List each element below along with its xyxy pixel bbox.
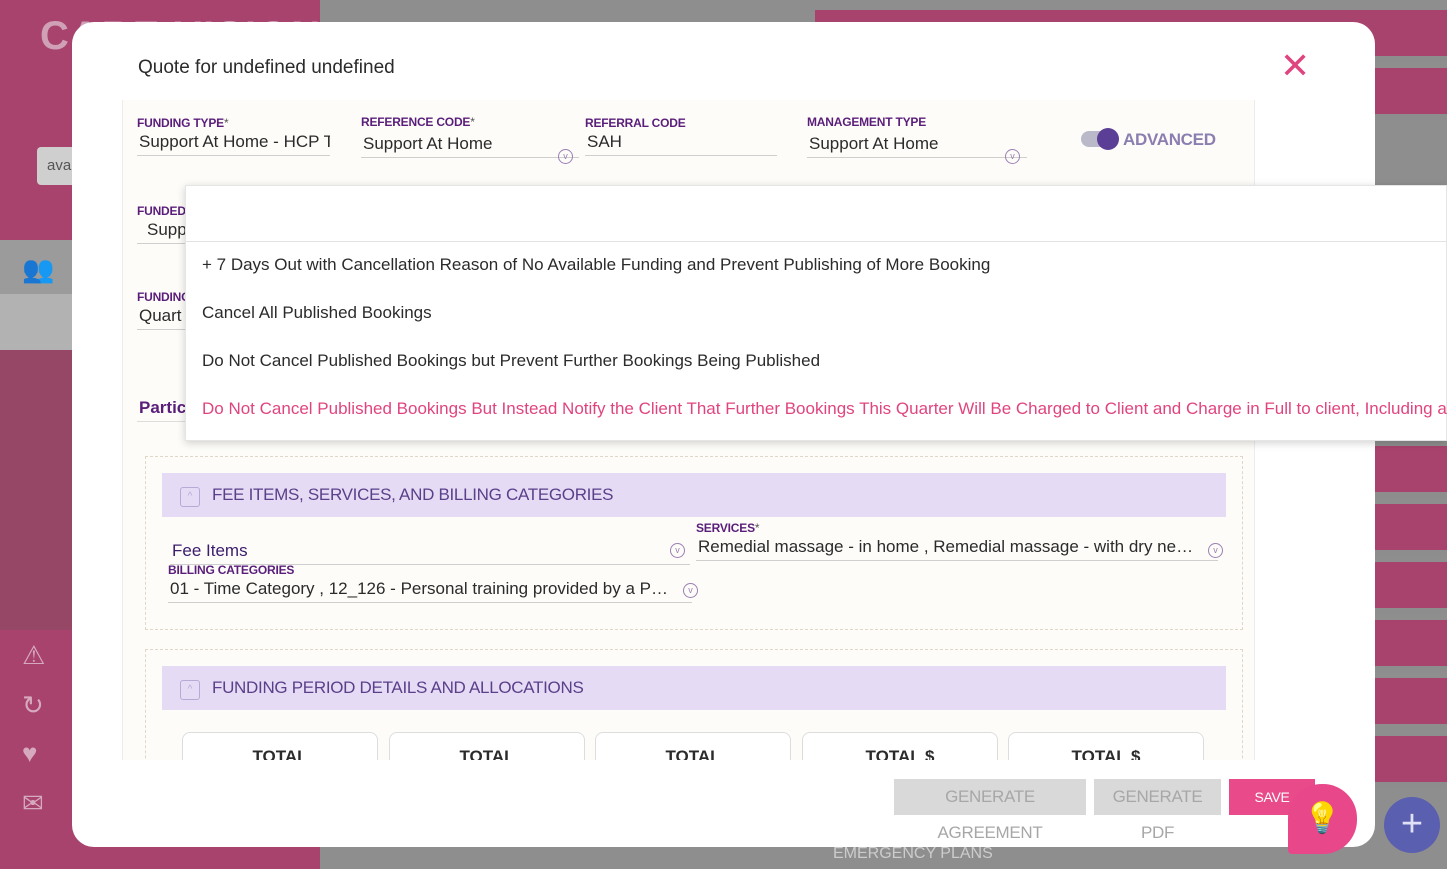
people-icon[interactable]: 👥: [22, 254, 54, 285]
funding-type-label: FUNDING TYPE: [137, 116, 224, 130]
generate-pdf-button[interactable]: GENERATE PDF: [1094, 779, 1221, 842]
dropdown-search-area[interactable]: [186, 186, 1446, 242]
total-card: TOTAL $: [802, 732, 998, 760]
services-field[interactable]: SERVICES* Remedial massage - in home , R…: [696, 521, 1223, 561]
chevron-down-icon[interactable]: v: [1208, 543, 1223, 558]
advanced-toggle-label: ADVANCED: [1123, 130, 1216, 149]
funding-period-section-title: FUNDING PERIOD DETAILS AND ALLOCATIONS: [212, 678, 584, 697]
chevron-up-icon[interactable]: ^: [180, 487, 200, 507]
referral-code-field[interactable]: REFERRAL CODE SAH: [585, 116, 777, 156]
toggle-knob: [1097, 128, 1119, 150]
services-label: SERVICES: [696, 521, 755, 535]
management-type-value[interactable]: Support At Home: [807, 129, 1027, 158]
warning-icon[interactable]: ⚠: [22, 640, 45, 671]
funding-period-section-header[interactable]: ^ FUNDING PERIOD DETAILS AND ALLOCATIONS: [162, 666, 1226, 710]
advanced-toggle[interactable]: [1081, 128, 1119, 150]
cancellation-options-dropdown: + 7 Days Out with Cancellation Reason of…: [185, 185, 1447, 441]
total-card: TOTAL: [389, 732, 585, 760]
fee-items-field[interactable]: Fee Items v: [170, 539, 690, 565]
dropdown-option[interactable]: + 7 Days Out with Cancellation Reason of…: [186, 242, 1446, 290]
reference-code-field[interactable]: REFERENCE CODE* Support At Home v: [361, 115, 579, 164]
fee-items-section-header[interactable]: ^ FEE ITEMS, SERVICES, AND BILLING CATEG…: [162, 473, 1226, 517]
chat-icon[interactable]: ✉: [22, 788, 44, 819]
fee-items-section-title: FEE ITEMS, SERVICES, AND BILLING CATEGOR…: [212, 485, 614, 504]
close-icon[interactable]: ✕: [1280, 48, 1310, 84]
required-marker: *: [470, 115, 475, 129]
heart-icon[interactable]: ♥: [22, 738, 37, 769]
referral-code-label: REFERRAL CODE: [585, 116, 686, 130]
management-type-label: MANAGEMENT TYPE: [807, 115, 927, 129]
reference-code-value[interactable]: Support At Home: [361, 129, 579, 158]
referral-code-value[interactable]: SAH: [585, 130, 777, 156]
chevron-down-icon[interactable]: v: [558, 149, 573, 164]
total-card: TOTAL: [182, 732, 378, 760]
required-marker: *: [223, 116, 229, 130]
generate-agreement-button[interactable]: GENERATE AGREEMENT: [894, 779, 1086, 842]
billing-categories-value[interactable]: 01 - Time Category , 12_126 - Personal t…: [168, 577, 692, 603]
fee-items-value[interactable]: Fee Items: [170, 539, 690, 565]
total-card: TOTAL: [595, 732, 791, 760]
funding-type-field[interactable]: FUNDING TYPE* Support At Home - HCP T: [137, 116, 330, 156]
lightbulb-icon[interactable]: 💡: [1288, 784, 1357, 854]
chevron-down-icon[interactable]: v: [670, 543, 685, 558]
funding-type-value[interactable]: Support At Home - HCP T: [137, 130, 330, 156]
total-card: TOTAL $: [1008, 732, 1204, 760]
required-marker: *: [754, 521, 760, 535]
billing-categories-field[interactable]: BILLING CATEGORIES 01 - Time Category , …: [168, 563, 698, 603]
chevron-down-icon[interactable]: v: [1005, 149, 1020, 164]
billing-categories-label: BILLING CATEGORIES: [168, 563, 295, 577]
dropdown-option[interactable]: Do Not Cancel Published Bookings but Pre…: [186, 338, 1446, 386]
reference-code-label: REFERENCE CODE: [361, 115, 471, 129]
clock-refresh-icon[interactable]: ↻: [22, 690, 44, 721]
services-value[interactable]: Remedial massage - in home , Remedial ma…: [696, 535, 1218, 561]
chevron-up-icon[interactable]: ^: [180, 680, 200, 700]
fee-items-section: ^ FEE ITEMS, SERVICES, AND BILLING CATEG…: [145, 456, 1243, 630]
chevron-down-icon[interactable]: v: [683, 583, 698, 598]
dropdown-option-selected[interactable]: Do Not Cancel Published Bookings But Ins…: [186, 386, 1447, 434]
dropdown-option[interactable]: Cancel All Published Bookings: [186, 290, 1446, 338]
management-type-field[interactable]: MANAGEMENT TYPE Support At Home v: [807, 115, 1027, 164]
modal-title: Quote for undefined undefined: [138, 57, 395, 78]
add-fab-button[interactable]: +: [1384, 797, 1440, 853]
